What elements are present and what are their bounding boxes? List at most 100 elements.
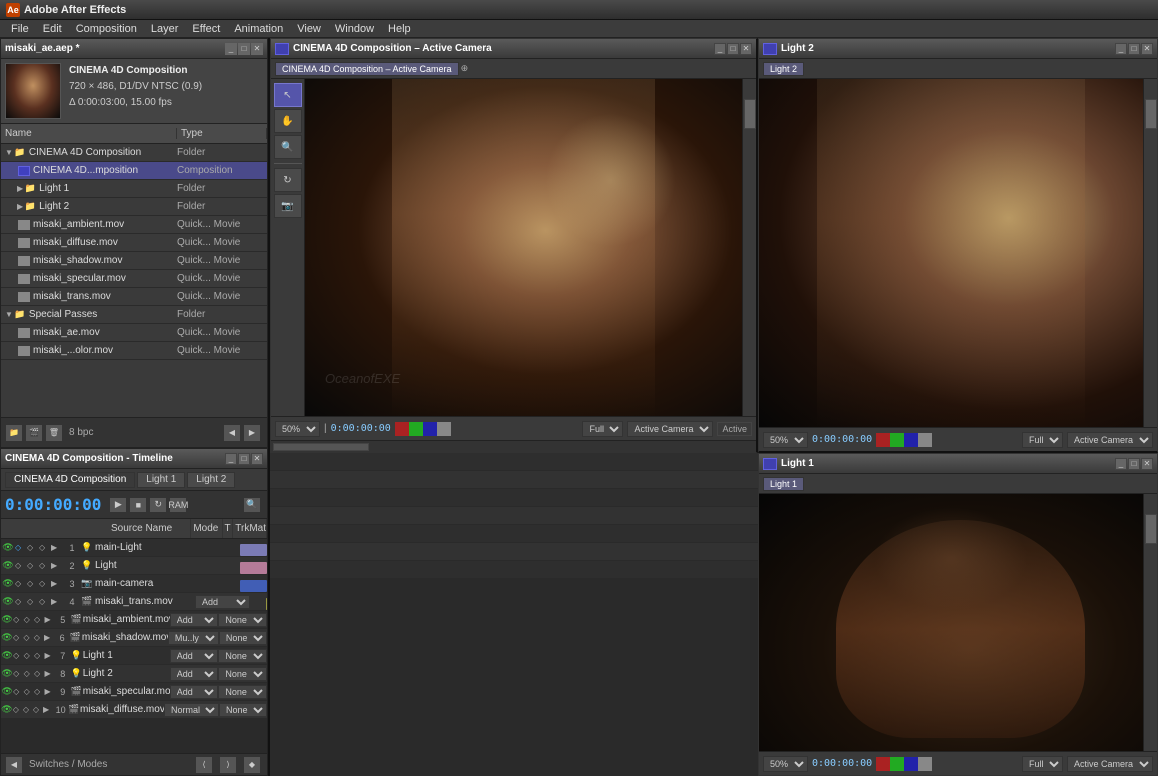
list-item[interactable]: misaki_ae.mov Quick... Movie (1, 324, 267, 342)
zoom-select[interactable]: 50% (275, 421, 320, 437)
track-row[interactable]: 👁 ◇ ◇ ◇ ▶ 4 🎬 misaki_trans.mov Add (1, 593, 267, 611)
expand-icon[interactable]: ▶ (44, 615, 54, 624)
track-row[interactable]: 👁 ◇ ◇ ◇ ▶ 7 💡 Light 1 Add None (1, 647, 267, 665)
mode-select[interactable]: Add (195, 595, 250, 609)
expand-icon[interactable]: ▶ (43, 705, 53, 714)
vis-icon[interactable]: 👁 (1, 668, 13, 679)
new-comp-btn[interactable]: 🎬 (25, 424, 43, 442)
main-viewer-close[interactable]: ✕ (740, 43, 752, 55)
delete-btn[interactable]: 🗑 (45, 424, 63, 442)
light2-tab[interactable]: Light 2 (763, 62, 804, 76)
tl-scroll-left[interactable]: ◀ (5, 756, 23, 774)
list-item[interactable]: misaki_shadow.mov Quick... Movie (1, 252, 267, 270)
new-folder-btn[interactable]: 📁 (5, 424, 23, 442)
main-viewer-scrollbar[interactable] (742, 79, 756, 416)
expand-icon[interactable]: ▶ (51, 543, 63, 552)
hscroll-thumb[interactable] (273, 443, 369, 451)
trkmat-select[interactable]: None (218, 685, 267, 699)
camera-select[interactable]: Active Camera (627, 421, 713, 437)
menu-window[interactable]: Window (328, 20, 381, 38)
project-minimize-btn[interactable]: _ (225, 43, 237, 55)
mode-select[interactable]: Add (170, 649, 219, 663)
l2-close[interactable]: ✕ (1141, 43, 1153, 55)
hand-tool-btn[interactable]: ✋ (274, 109, 302, 133)
l2-minimize[interactable]: _ (1115, 43, 1127, 55)
track-row[interactable]: 👁 ◇ ◇ ◇ ▶ 8 💡 Light 2 Add None (1, 665, 267, 683)
tl-minimize[interactable]: _ (225, 453, 237, 465)
list-item[interactable]: misaki_specular.mov Quick... Movie (1, 270, 267, 288)
list-item[interactable]: misaki_trans.mov Quick... Movie (1, 288, 267, 306)
trkmat-select[interactable]: None (218, 649, 267, 663)
expand-icon[interactable]: ▶ (44, 669, 54, 678)
track-row[interactable]: 👁 ◇ ◇ ◇ ▶ 9 🎬 misaki_specular.mov Add No… (1, 683, 267, 701)
l1-quality-select[interactable]: Full (1022, 756, 1063, 772)
l1-minimize[interactable]: _ (1115, 458, 1127, 470)
menu-edit[interactable]: Edit (36, 20, 69, 38)
tl-stop-btn[interactable]: ■ (129, 497, 147, 513)
menu-help[interactable]: Help (381, 20, 418, 38)
l2-zoom-select[interactable]: 50% (763, 432, 808, 448)
expand-icon[interactable]: ▶ (44, 651, 54, 660)
main-viewer-canvas[interactable]: OceanofEXE (305, 79, 742, 416)
tl-play-btn[interactable]: ▶ (109, 497, 127, 513)
vis-icon[interactable]: 👁 (1, 632, 13, 643)
vis-icon[interactable]: 👁 (1, 686, 13, 697)
mode-select[interactable]: Normal (164, 703, 219, 717)
mode-select[interactable]: Add (170, 613, 219, 627)
list-item[interactable]: ▼ 📁 Special Passes Folder (1, 306, 267, 324)
menu-animation[interactable]: Animation (227, 20, 290, 38)
extended-timeline[interactable] (270, 453, 758, 776)
list-item[interactable]: CINEMA 4D...mposition Composition (1, 162, 267, 180)
track-row[interactable]: 👁 ◇ ◇ ◇ ▶ 3 📷 main-camera (1, 575, 267, 593)
list-item[interactable]: ▶ 📁 Light 2 Folder (1, 198, 267, 216)
menu-file[interactable]: File (4, 20, 36, 38)
expand-icon[interactable]: ▶ (44, 687, 54, 696)
l2-scroll-thumb[interactable] (1145, 99, 1157, 129)
l1-maximize[interactable]: □ (1128, 458, 1140, 470)
l2-camera-select[interactable]: Active Camera (1067, 432, 1153, 448)
mode-select[interactable]: Add (170, 667, 219, 681)
trkmat-select[interactable]: None (218, 613, 267, 627)
main-viewer-minimize[interactable]: _ (714, 43, 726, 55)
trkmat-select[interactable]: None (219, 631, 267, 645)
trkmat-select[interactable]: None (219, 703, 267, 717)
expand-icon[interactable]: ▶ (51, 597, 63, 606)
l2-quality-select[interactable]: Full (1022, 432, 1063, 448)
l1-camera-select[interactable]: Active Camera (1067, 756, 1153, 772)
tl-nav-btn2[interactable]: ⟩ (219, 756, 237, 774)
menu-composition[interactable]: Composition (69, 20, 144, 38)
main-viewer-maximize[interactable]: □ (727, 43, 739, 55)
expand-icon[interactable]: ▶ (51, 579, 63, 588)
project-maximize-btn[interactable]: □ (238, 43, 250, 55)
rotate-tool-btn[interactable]: ↻ (274, 168, 302, 192)
scroll-right-btn[interactable]: ▶ (243, 424, 261, 442)
tl-tab-light2[interactable]: Light 2 (187, 472, 235, 488)
tl-search-btn[interactable]: 🔍 (243, 497, 261, 513)
vis-icon[interactable]: 👁 (1, 614, 13, 625)
vis-icon[interactable]: 👁 (1, 578, 15, 589)
menu-view[interactable]: View (290, 20, 328, 38)
vis-icon[interactable]: 👁 (1, 704, 13, 715)
menu-layer[interactable]: Layer (144, 20, 186, 38)
zoom-tool-btn[interactable]: 🔍 (274, 135, 302, 159)
mode-select[interactable]: Add (170, 685, 219, 699)
menu-effect[interactable]: Effect (185, 20, 227, 38)
vis-icon[interactable]: 👁 (1, 596, 15, 607)
list-item[interactable]: ▶ 📁 Light 1 Folder (1, 180, 267, 198)
project-close-btn[interactable]: ✕ (251, 43, 263, 55)
mode-select[interactable]: Mu..ly (168, 631, 219, 645)
vis-icon[interactable]: 👁 (1, 650, 13, 661)
track-row[interactable]: 👁 ◇ ◇ ◇ ▶ 10 🎬 misaki_diffuse.mov Normal… (1, 701, 267, 719)
light1-tab[interactable]: Light 1 (763, 477, 804, 491)
vis-icon[interactable]: 👁 (1, 542, 15, 553)
quality-select[interactable]: Full (582, 421, 623, 437)
l2-scrollbar[interactable] (1143, 79, 1157, 427)
scroll-left-btn[interactable]: ◀ (223, 424, 241, 442)
tl-tab-light1[interactable]: Light 1 (137, 472, 185, 488)
vis-icon[interactable]: 👁 (1, 560, 15, 571)
trkmat-select[interactable]: None (218, 667, 267, 681)
l1-close[interactable]: ✕ (1141, 458, 1153, 470)
list-item[interactable]: misaki_diffuse.mov Quick... Movie (1, 234, 267, 252)
list-item[interactable]: misaki_ambient.mov Quick... Movie (1, 216, 267, 234)
scroll-thumb[interactable] (744, 99, 756, 129)
